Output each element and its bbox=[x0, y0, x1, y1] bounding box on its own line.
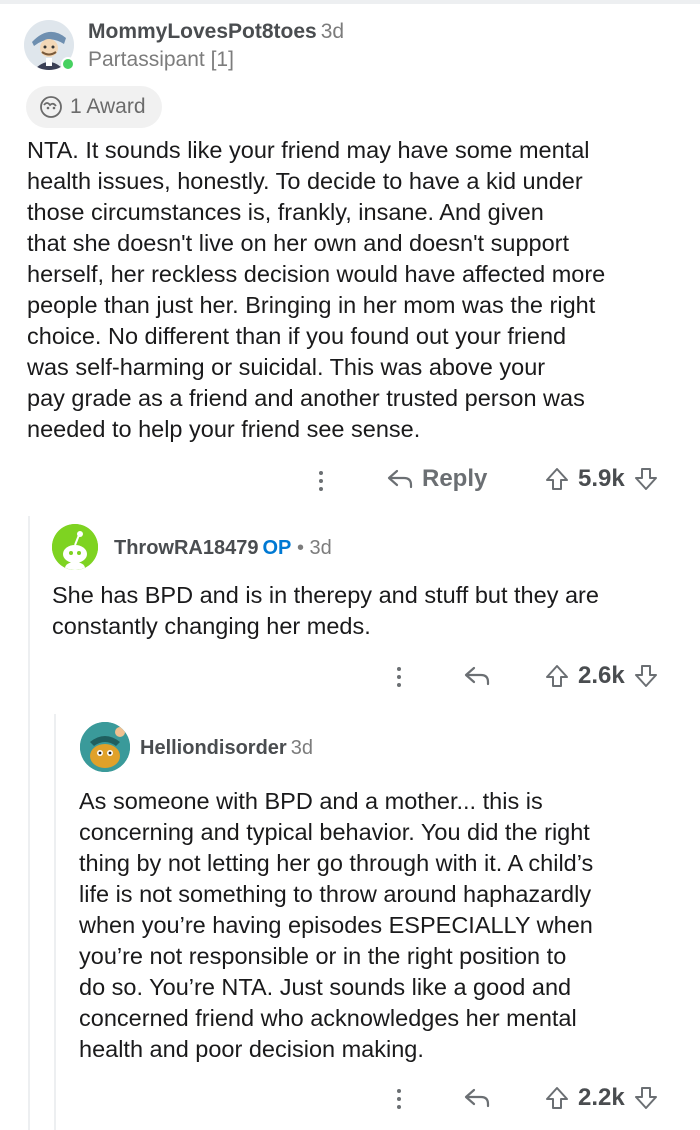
comment-body: She has BPD and is in therepy and stuff … bbox=[52, 580, 599, 642]
comment-age: 3d bbox=[320, 20, 345, 43]
downvote-icon[interactable] bbox=[633, 466, 659, 492]
more-options-button[interactable] bbox=[394, 1086, 404, 1112]
comment-body-line: concerned friend who acknowledges her me… bbox=[79, 1005, 577, 1031]
comment-body-line: health and poor decision making. bbox=[79, 1036, 424, 1062]
comment-body: As someone with BPD and a mother... this… bbox=[79, 786, 593, 1065]
user-avatar[interactable] bbox=[80, 722, 130, 772]
comment-body-line: As someone with BPD and a mother... this… bbox=[79, 788, 543, 814]
comment-body-line: that she doesn't live on her own and doe… bbox=[27, 230, 570, 256]
reply-arrow-icon bbox=[464, 666, 490, 686]
reply-arrow-icon bbox=[387, 469, 413, 489]
reply-arrow-icon bbox=[464, 1088, 490, 1108]
comment-body-line: pay grade as a friend and another truste… bbox=[27, 385, 585, 411]
more-options-button[interactable] bbox=[316, 468, 326, 494]
user-flair: Partassipant [1] bbox=[88, 48, 234, 71]
comment-age: 3d bbox=[290, 737, 313, 759]
comment-body-line: those circumstances is, frankly, insane.… bbox=[27, 199, 544, 225]
downvote-icon[interactable] bbox=[633, 1085, 659, 1111]
comment-body-line: thing by not letting her go through with… bbox=[79, 850, 594, 876]
comment-body-line: NTA. It sounds like your friend may have… bbox=[27, 137, 590, 163]
comment-body-line: choice. No different than if you found o… bbox=[27, 323, 567, 349]
comment-body-line: health issues, honestly. To decide to ha… bbox=[27, 168, 583, 194]
comment-body-line: needed to help your friend see sense. bbox=[27, 416, 421, 442]
op-badge: OP bbox=[262, 537, 292, 559]
reply-button[interactable] bbox=[463, 1086, 491, 1110]
comment-body-line: you’re not responsible or in the right p… bbox=[79, 943, 567, 969]
online-status-indicator bbox=[61, 57, 75, 71]
username[interactable]: ThrowRA18479 bbox=[114, 537, 259, 559]
username[interactable]: MommyLovesPot8toes bbox=[88, 20, 317, 43]
more-options-icon bbox=[316, 471, 326, 491]
comment-body-line: do so. You’re NTA. Just sounds like a go… bbox=[79, 974, 572, 1000]
more-options-icon bbox=[394, 1089, 404, 1109]
separator: • bbox=[291, 537, 310, 559]
vote-score: 2.6k bbox=[578, 662, 625, 689]
user-avatar[interactable] bbox=[52, 524, 98, 570]
more-options-icon bbox=[394, 667, 404, 687]
vote-controls: 5.9k bbox=[544, 465, 659, 493]
upvote-icon[interactable] bbox=[544, 663, 570, 689]
comment-body-line: when you’re having episodes ESPECIALLY w… bbox=[79, 912, 593, 938]
award-label: 1 Award bbox=[70, 95, 146, 118]
reply-label: Reply bbox=[422, 465, 488, 492]
comment-body-line: herself, her reckless decision would hav… bbox=[27, 261, 606, 287]
comment-body: NTA. It sounds like your friend may have… bbox=[27, 135, 605, 445]
reply-button[interactable]: Reply bbox=[386, 465, 487, 493]
vote-score: 2.2k bbox=[578, 1084, 625, 1111]
comment-body-line: constantly changing her meds. bbox=[52, 613, 371, 639]
thread-line[interactable] bbox=[28, 516, 30, 1130]
vote-controls: 2.6k bbox=[544, 662, 659, 690]
vote-score: 5.9k bbox=[578, 465, 625, 492]
thread-line[interactable] bbox=[54, 714, 56, 1130]
comment-body-line: was self-harming or suicidal. This was a… bbox=[27, 354, 546, 380]
downvote-icon[interactable] bbox=[633, 663, 659, 689]
upvote-icon[interactable] bbox=[544, 466, 570, 492]
comment-body-line: people than just her. Bringing in her mo… bbox=[27, 292, 596, 318]
comment-body-line: concerning and typical behavior. You did… bbox=[79, 819, 590, 845]
award-badge[interactable]: 1 Award bbox=[26, 86, 162, 128]
award-icon bbox=[40, 96, 62, 118]
more-options-button[interactable] bbox=[394, 664, 404, 690]
reply-button[interactable] bbox=[463, 664, 491, 688]
upvote-icon[interactable] bbox=[544, 1085, 570, 1111]
comment-age: 3d bbox=[309, 537, 332, 559]
comment-body-line: life is not something to throw around ha… bbox=[79, 881, 592, 907]
username[interactable]: Helliondisorder bbox=[140, 737, 287, 759]
vote-controls: 2.2k bbox=[544, 1084, 659, 1112]
comment-body-line: She has BPD and is in therepy and stuff … bbox=[52, 582, 599, 608]
top-divider bbox=[0, 0, 700, 4]
